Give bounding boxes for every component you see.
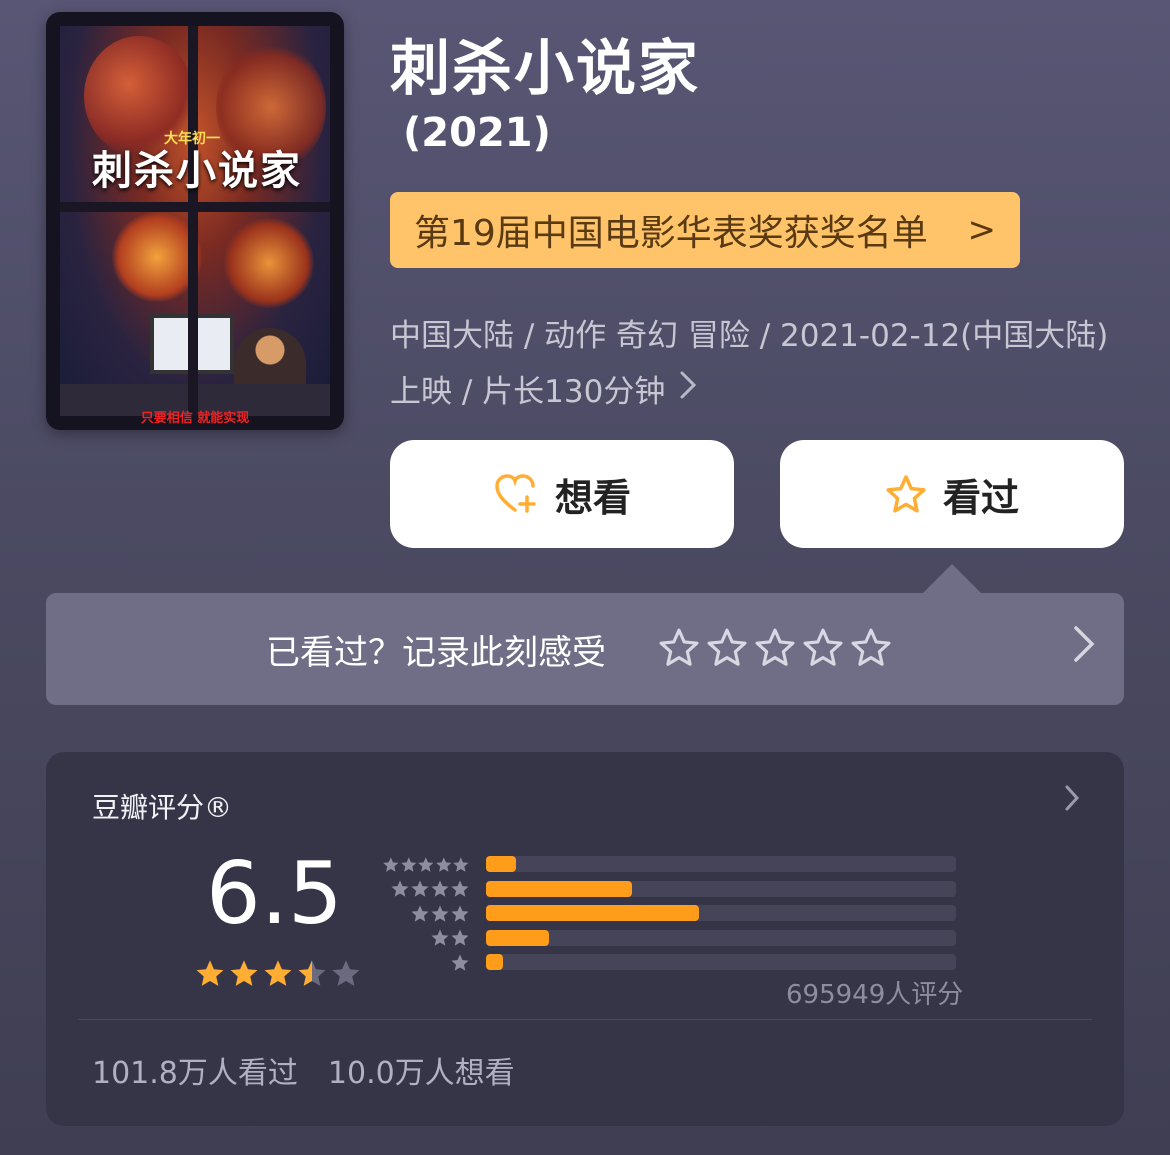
movie-title: 刺杀小说家 (390, 34, 700, 104)
star-outline-icon (885, 474, 927, 514)
rating-stars (194, 958, 362, 992)
award-banner[interactable]: 第19届中国电影华表奖获奖名单 > (390, 192, 1020, 268)
small-star-icon (431, 929, 449, 946)
award-banner-label: 第19届中国电影华表奖获奖名单 (414, 213, 928, 254)
small-star-icon (391, 880, 409, 897)
want-count: 10.0万人想看 (327, 1056, 515, 1091)
small-star-icon (400, 857, 416, 872)
watched-label: 看过 (942, 475, 1019, 520)
distribution-bar (486, 905, 700, 922)
star-filled-icon (228, 958, 260, 992)
popover-caret (922, 564, 982, 594)
distribution-bar (486, 929, 549, 946)
empty-star-icon[interactable] (754, 627, 796, 671)
poster-tagline: 只要相信 就能实现 (140, 411, 250, 426)
rating-score: 6.5 (206, 844, 343, 944)
rating-header: 豆瓣评分® (92, 791, 233, 824)
small-star-icon (383, 857, 399, 872)
star-filled-icon (194, 958, 226, 992)
small-star-icon (451, 905, 469, 922)
rating-stars-input[interactable] (658, 627, 892, 671)
small-star-icon (451, 954, 469, 971)
small-star-icon (411, 880, 429, 897)
record-prompt: 已看过？记录此刻感受 (266, 632, 606, 673)
douban-rating-card[interactable]: 豆瓣评分® 6.5 695949人评分 101.8万人看过 10.0万人想看 (46, 752, 1124, 1126)
distribution-bar (486, 856, 517, 873)
distribution-row-1-star (382, 950, 956, 975)
chevron-right-icon (1072, 624, 1096, 675)
star-empty-icon (330, 958, 362, 992)
small-star-icon (451, 880, 469, 897)
movie-meta-text: 上映 / 片长130分钟 (390, 374, 666, 410)
heart-plus-icon (493, 473, 539, 515)
small-star-icon (453, 857, 469, 872)
small-star-icon (431, 880, 449, 897)
chevron-right-icon (1064, 782, 1080, 820)
movie-year: (2021) (403, 110, 551, 156)
empty-star-icon[interactable] (802, 627, 844, 671)
star-filled-icon (262, 958, 294, 992)
chevron-right-icon: > (967, 210, 997, 250)
record-feeling-row[interactable]: 已看过？记录此刻感受 (46, 593, 1124, 705)
small-star-icon (411, 905, 429, 922)
want-to-watch-button[interactable]: 想看 (390, 440, 734, 548)
movie-meta-line: 中国大陆 / 动作 奇幻 冒险 / 2021-02-12(中国大陆) (390, 318, 1109, 354)
want-to-watch-label: 想看 (554, 475, 631, 520)
empty-star-icon[interactable] (850, 627, 892, 671)
distribution-row-4-star (382, 877, 956, 902)
rating-distribution (382, 852, 956, 975)
poster-title: 刺杀小说家 (92, 147, 302, 194)
small-star-icon (418, 857, 434, 872)
poster-frame (46, 12, 344, 430)
seen-count: 101.8万人看过 (92, 1056, 298, 1091)
small-star-icon (431, 905, 449, 922)
movie-meta-line-2[interactable]: 上映 / 片长130分钟 (390, 366, 1130, 411)
chevron-right-icon (679, 370, 697, 408)
distribution-row-5-star (382, 852, 956, 877)
distribution-bar (486, 954, 503, 971)
rating-count: 695949人评分 (786, 980, 964, 1010)
distribution-bar (486, 880, 632, 897)
movie-poster[interactable]: 大年初一 刺杀小说家 只要相信 就能实现 (46, 12, 344, 430)
small-star-icon (436, 857, 452, 872)
divider (78, 1019, 1092, 1020)
distribution-row-2-star (382, 926, 956, 951)
distribution-row-3-star (382, 901, 956, 926)
empty-star-icon[interactable] (706, 627, 748, 671)
small-star-icon (451, 929, 469, 946)
star-half-icon (296, 958, 328, 992)
audience-stats: 101.8万人看过 10.0万人想看 (92, 1048, 515, 1092)
watched-button[interactable]: 看过 (780, 440, 1124, 548)
empty-star-icon[interactable] (658, 627, 700, 671)
